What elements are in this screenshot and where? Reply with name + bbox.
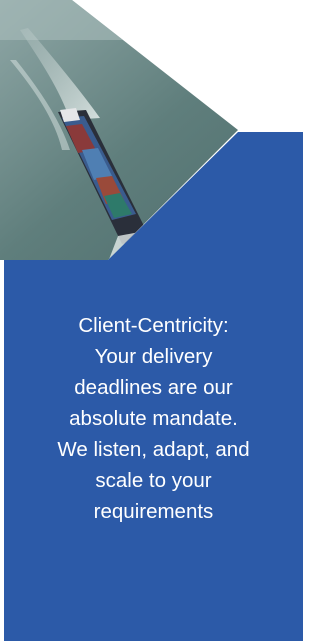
caption-line: deadlines are our: [74, 376, 233, 399]
caption-line: We listen, adapt, and: [57, 438, 250, 461]
caption-line: requirements: [93, 500, 214, 523]
caption-line: Client-Centricity:: [78, 314, 229, 337]
caption-line: Your delivery: [94, 345, 213, 368]
promo-card: Client-Centricity: Your delivery deadlin…: [0, 0, 303, 641]
client-centricity-caption: Client-Centricity: Your delivery deadlin…: [4, 310, 303, 527]
caption-line: scale to your: [95, 469, 212, 492]
caption-line: absolute mandate.: [69, 407, 238, 430]
